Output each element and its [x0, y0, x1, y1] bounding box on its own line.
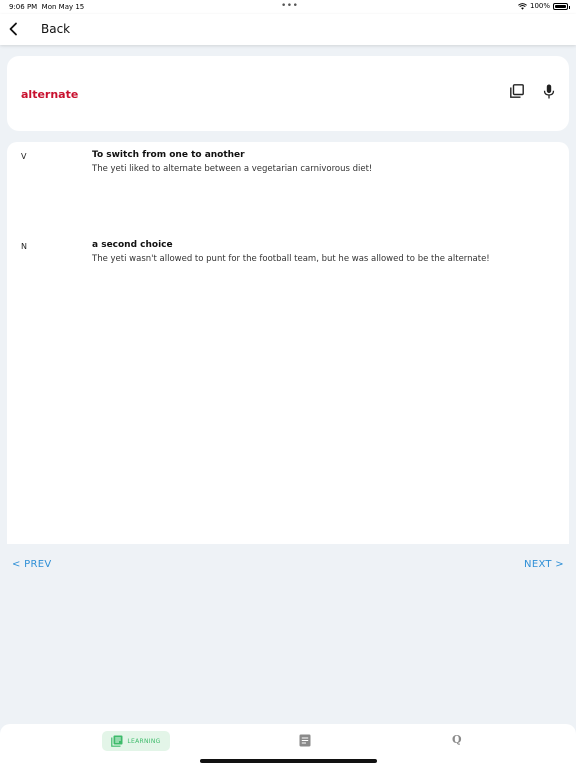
battery-percent: 100% [529, 2, 550, 10]
status-bar: 9:06 PM Mon May 15 ••• 100% [0, 0, 576, 14]
book-icon [111, 735, 123, 747]
tab-learning-label: LEARNING [127, 737, 161, 745]
prev-button[interactable]: < PREV [12, 559, 52, 570]
status-date: Mon May 15 [41, 3, 85, 11]
definition-example: The yeti liked to alternate between a ve… [92, 164, 373, 174]
status-right-group: 100% [518, 2, 570, 10]
bottom-tab-bar: LEARNING Q [0, 724, 576, 768]
app-screen: 9:06 PM Mon May 15 ••• 100% Back alterna… [0, 0, 576, 768]
copy-icon[interactable] [510, 84, 524, 98]
status-time-clock: 9:06 PM [9, 3, 38, 11]
word-card: alternate [7, 56, 569, 131]
microphone-icon[interactable] [543, 84, 555, 99]
part-of-speech: V [21, 152, 27, 161]
document-icon[interactable] [299, 734, 311, 747]
quiz-icon[interactable]: Q [452, 733, 462, 746]
status-time: 9:06 PM Mon May 15 [9, 3, 84, 11]
home-indicator[interactable] [200, 759, 377, 763]
definition-example: The yeti wasn't allowed to punt for the … [92, 254, 490, 264]
tab-learning[interactable]: LEARNING [102, 731, 170, 751]
multitasking-dots[interactable]: ••• [281, 1, 298, 11]
definition-meaning: To switch from one to another [92, 150, 245, 160]
definitions-card: V To switch from one to another The yeti… [7, 142, 569, 544]
back-button[interactable]: Back [41, 22, 70, 36]
chevron-left-icon[interactable] [8, 22, 18, 36]
wifi-icon [518, 2, 527, 10]
battery-fill [555, 4, 566, 8]
vocabulary-word: alternate [21, 88, 79, 101]
battery-icon [553, 2, 570, 10]
next-button[interactable]: NEXT > [524, 559, 564, 570]
part-of-speech: N [21, 242, 27, 251]
navigation-bar: Back [0, 14, 576, 45]
definition-meaning: a second choice [92, 240, 173, 250]
